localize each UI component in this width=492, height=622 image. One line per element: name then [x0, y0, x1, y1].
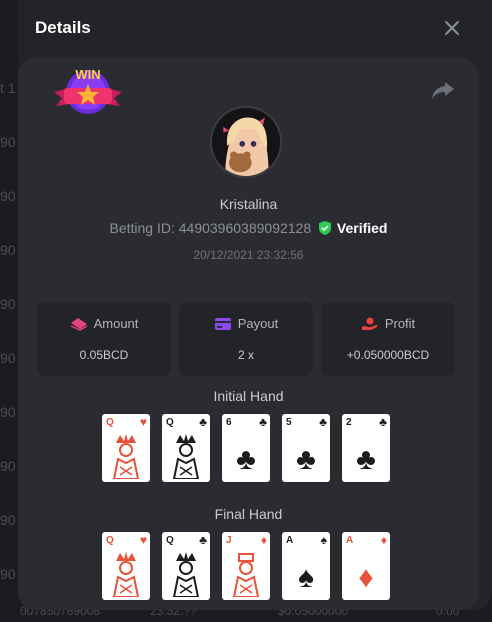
playing-card: J ♦ [222, 532, 270, 600]
stat-payout: Payout 2 x [179, 302, 313, 376]
stat-value: +0.050000BCD [346, 348, 430, 362]
bg-row-number: t 1 [0, 80, 16, 96]
club-icon: ♣ [356, 443, 376, 476]
card-suit: ♣ [319, 415, 327, 429]
stat-label: Amount [37, 316, 171, 331]
playing-card: Q ♥ [102, 532, 150, 600]
card-suit: ♣ [379, 415, 387, 429]
win-badge-text: WIN [75, 67, 100, 82]
background-list: t 1 90 90 90 90 90 90 90 90 90 [0, 0, 18, 622]
share-icon[interactable] [431, 80, 455, 100]
card-rank: Q [106, 417, 114, 428]
bg-row-number: 90 [0, 458, 16, 474]
initial-hand-cards: Q ♥ Q ♣ 6 ♣ ♣ 5 ♣ ♣ 2 ♣ ♣ [102, 414, 390, 482]
bg-row-number: 90 [0, 296, 16, 312]
card-rank: 5 [286, 417, 292, 428]
queen-face-icon [112, 434, 140, 479]
card-rank: Q [106, 535, 114, 546]
bg-row-number: 90 [0, 134, 16, 150]
profit-icon [361, 317, 378, 330]
stat-label-text: Payout [237, 316, 279, 331]
modal-header: Details [18, 0, 492, 58]
card-suit: ♣ [259, 415, 267, 429]
bet-datetime: 20/12/2021 23:32:56 [193, 248, 304, 262]
card-suit: ♥ [139, 533, 147, 547]
betting-id-line: Betting ID: 44903960389092128 Verified [18, 220, 479, 236]
initial-hand-title: Initial Hand [213, 388, 284, 404]
stat-label: Profit [321, 316, 455, 331]
bg-row-number: 90 [0, 188, 16, 204]
card-rank: A [346, 535, 354, 546]
stat-amount: Amount 0.05BCD [37, 302, 171, 376]
bg-row-number: 90 [0, 350, 16, 366]
playing-card: 5 ♣ ♣ [282, 414, 330, 482]
stat-label: Payout [179, 316, 313, 331]
stats-row: Amount 0.05BCD Payout 2 x Profit +0.0500… [37, 302, 457, 376]
queen-face-icon [172, 552, 200, 597]
card-rank: Q [166, 417, 174, 428]
modal-title: Details [35, 18, 91, 37]
playing-card: 6 ♣ ♣ [222, 414, 270, 482]
playing-card: Q ♥ [102, 414, 150, 482]
club-icon: ♣ [236, 443, 256, 476]
stat-value: 2 x [237, 348, 254, 362]
amount-icon [70, 318, 87, 331]
bg-row-number: 90 [0, 404, 16, 420]
bg-row-number: 90 [0, 242, 16, 258]
stat-label-text: Profit [384, 316, 416, 331]
card-rank: A [286, 535, 294, 546]
bg-row-number: 90 [0, 512, 16, 528]
bg-row-number: 90 [0, 566, 16, 582]
bet-panel: WIN Kristalina Betting ID: 4490396038909… [18, 58, 479, 610]
card-suit: ♦ [260, 533, 267, 547]
bg-bottom-row: 007850789008 23:32:?? $0.05000000 0.00 [0, 604, 492, 622]
queen-face-icon [112, 552, 140, 597]
playing-card: A ♦ ♦ [342, 532, 390, 600]
card-suit: ♥ [139, 415, 147, 429]
card-suit: ♣ [199, 415, 207, 429]
jack-face-icon [232, 553, 260, 597]
bet-details-modal: Details WIN Kristalina Betting ID: 44903… [18, 0, 492, 610]
card-rank: J [226, 535, 232, 546]
avatar-image [212, 108, 280, 176]
playing-card: Q ♣ [162, 414, 210, 482]
final-hand-title: Final Hand [214, 506, 283, 522]
verified-label: Verified [336, 220, 388, 236]
spade-icon: ♠ [298, 561, 314, 594]
avatar[interactable] [210, 106, 282, 178]
card-rank: Q [166, 535, 174, 546]
win-badge-icon: WIN [54, 67, 122, 114]
stat-profit: Profit +0.050000BCD [321, 302, 455, 376]
card-suit: ♣ [199, 533, 207, 547]
playing-card: A ♠ ♠ [282, 532, 330, 600]
payout-icon [214, 318, 231, 330]
playing-card: 2 ♣ ♣ [342, 414, 390, 482]
close-icon[interactable] [442, 18, 462, 38]
diamond-icon: ♦ [358, 561, 374, 594]
stat-value: 0.05BCD [79, 348, 129, 362]
playing-card: Q ♣ [162, 532, 210, 600]
betting-id: Betting ID: 44903960389092128 [109, 220, 312, 236]
card-rank: 2 [346, 417, 352, 428]
stat-label-text: Amount [93, 316, 139, 331]
card-suit: ♠ [320, 533, 327, 547]
username: Kristalina [219, 196, 278, 212]
card-rank: 6 [226, 417, 232, 428]
verified-shield-icon [319, 221, 332, 235]
final-hand-cards: Q ♥ Q ♣ J ♦ A ♠ ♠ A ♦ ♦ [102, 532, 390, 600]
queen-face-icon [172, 434, 200, 479]
card-suit: ♦ [380, 533, 387, 547]
club-icon: ♣ [296, 443, 316, 476]
